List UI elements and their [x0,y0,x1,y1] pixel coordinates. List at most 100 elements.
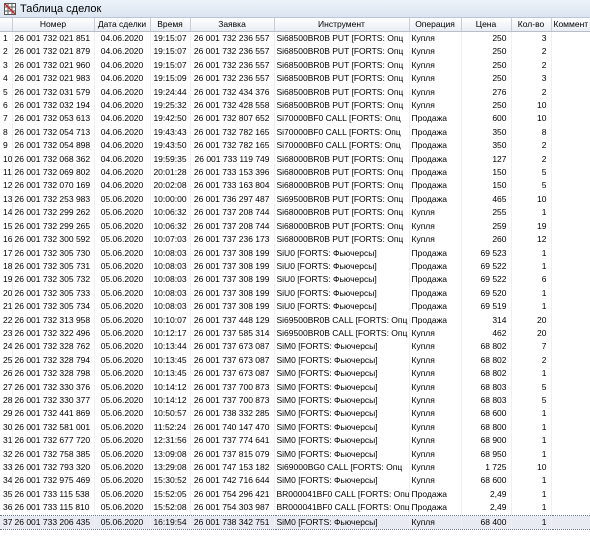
table-row[interactable]: 19 26 001 732 305 732 05.06.2020 10:08:03 26… [0,273,590,287]
cell-time: 11:52:24 [150,420,191,435]
table-row[interactable]: 2 26 001 732 021 879 04.06.2020 19:15:07 26 … [0,45,590,59]
cell-comment [551,300,590,314]
table-row[interactable]: 12 26 001 732 070 169 04.06.2020 20:02:08 26… [0,179,590,193]
cell-number: 26 001 732 070 169 [12,179,95,193]
column-header-index[interactable] [0,18,13,32]
cell-index: 19 [0,273,13,287]
table-row[interactable]: 33 26 001 732 793 320 05.06.2020 13:29:08 26… [0,461,590,475]
table-row[interactable]: 4 26 001 732 021 983 04.06.2020 19:15:09 26 … [0,72,590,86]
table-row[interactable]: 11 26 001 732 069 802 04.06.2020 20:01:28 26… [0,166,590,180]
table-row[interactable]: 34 26 001 732 975 469 05.06.2020 15:30:52 26… [0,474,590,488]
cell-number: 26 001 732 032 194 [12,99,95,113]
cell-time: 20:01:28 [150,166,191,180]
cell-date: 05.06.2020 [94,420,151,435]
column-header-instrument[interactable]: Инструмент [274,18,410,32]
cell-quantity: 5 [511,380,552,394]
cell-instrument: Si70000BF0 CALL [FORTS: Опц [274,125,410,140]
table-row[interactable]: 9 26 001 732 054 898 04.06.2020 19:43:50 26 … [0,139,590,153]
cell-price: 69 519 [461,300,512,314]
cell-time: 10:06:32 [150,206,191,220]
cell-date: 05.06.2020 [94,474,151,488]
table-row[interactable]: 18 26 001 732 305 731 05.06.2020 10:08:03 26… [0,259,590,274]
cell-order: 26 001 738 342 751 [190,514,275,531]
column-header-number[interactable]: Номер [12,18,95,32]
table-row[interactable]: 31 26 001 732 677 720 05.06.2020 12:31:56 26… [0,434,590,448]
table-row[interactable]: 3 26 001 732 021 960 04.06.2020 19:15:07 26 … [0,58,590,73]
table-row[interactable]: 27 26 001 732 330 376 05.06.2020 10:14:12 26… [0,380,590,394]
cell-instrument: Si69500BR0B PUT [FORTS: Опц [274,192,410,207]
cell-date: 05.06.2020 [94,380,151,394]
cell-index: 29 [0,407,13,421]
table-row[interactable]: 16 26 001 732 300 592 05.06.2020 10:07:03 26… [0,233,590,247]
table-row[interactable]: 7 26 001 732 053 613 04.06.2020 19:42:50 26 … [0,112,590,126]
column-header-date[interactable]: Дата сделки [94,18,151,32]
table-row[interactable]: 32 26 001 732 758 385 05.06.2020 13:09:08 26… [0,447,590,461]
cell-comment [551,420,590,435]
cell-number: 26 001 732 305 733 [12,286,95,301]
table-row[interactable]: 20 26 001 732 305 733 05.06.2020 10:08:03 26… [0,286,590,301]
column-header-time[interactable]: Время [150,18,191,32]
table-row[interactable]: 23 26 001 732 322 496 05.06.2020 10:12:17 26… [0,326,590,341]
cell-price: 350 [461,125,512,140]
cell-instrument: Si68000BR0B PUT [FORTS: Опц [274,152,410,167]
table-row[interactable]: 24 26 001 732 328 762 05.06.2020 10:13:44 26… [0,340,590,354]
cell-date: 04.06.2020 [94,139,151,153]
cell-operation: Купля [409,367,462,381]
cell-price: 68 800 [461,420,512,435]
cell-number: 26 001 732 313 958 [12,313,95,327]
trades-grid[interactable]: Номер Дата сделки Время Заявка Инструмен… [0,18,590,538]
cell-comment [551,192,590,207]
cell-comment [551,58,590,73]
cell-operation: Купля [409,206,462,220]
table-row[interactable]: 14 26 001 732 299 262 05.06.2020 10:06:32 26… [0,206,590,220]
table-row[interactable]: 6 26 001 732 032 194 04.06.2020 19:25:32 26 … [0,99,590,113]
cell-quantity: 10 [511,99,552,113]
cell-time: 19:15:07 [150,31,191,46]
table-row[interactable]: 8 26 001 732 054 713 04.06.2020 19:43:43 26 … [0,125,590,140]
column-header-quantity[interactable]: Кол-во [511,18,552,32]
cell-comment [551,206,590,220]
table-row[interactable]: 1 26 001 732 021 851 04.06.2020 19:15:07 26 … [0,31,590,46]
table-row[interactable]: 35 26 001 733 115 538 05.06.2020 15:52:05 26… [0,487,590,502]
cell-instrument: Si68500BR0B PUT [FORTS: Опц [274,72,410,86]
table-row[interactable]: 21 26 001 732 305 734 05.06.2020 10:08:03 26… [0,300,590,314]
column-header-operation[interactable]: Операция [409,18,462,32]
cell-instrument: Si68000BR0B PUT [FORTS: Опц [274,206,410,220]
cell-order: 26 001 737 308 199 [190,286,275,301]
cell-date: 04.06.2020 [94,166,151,180]
cell-order: 26 001 733 119 749 [190,152,275,167]
cell-index: 32 [0,447,13,461]
column-header-comment[interactable]: Коммент [551,18,590,32]
cell-operation: Продажа [409,246,462,260]
table-row[interactable]: 17 26 001 732 305 730 05.06.2020 10:08:03 26… [0,246,590,260]
cell-number: 26 001 732 330 376 [12,380,95,394]
cell-index: 9 [0,139,13,153]
cell-comment [551,139,590,153]
column-header-price[interactable]: Цена [461,18,512,32]
column-header-order[interactable]: Заявка [190,18,275,32]
table-row[interactable]: 25 26 001 732 328 794 05.06.2020 10:13:45 26… [0,353,590,368]
table-row[interactable]: 22 26 001 732 313 958 05.06.2020 10:10:07 26… [0,313,590,327]
cell-comment [551,487,590,502]
table-row[interactable]: 26 26 001 732 328 798 05.06.2020 10:13:45 26… [0,367,590,381]
cell-quantity: 3 [511,31,552,46]
table-row[interactable]: 30 26 001 732 581 001 05.06.2020 11:52:24 26… [0,420,590,435]
cell-number: 26 001 732 322 496 [12,326,95,341]
table-row[interactable]: 13 26 001 732 253 983 05.06.2020 10:00:00 26… [0,192,590,207]
table-row[interactable]: 29 26 001 732 441 869 05.06.2020 10:50:57 26… [0,407,590,421]
cell-time: 19:15:07 [150,58,191,73]
cell-operation: Купля [409,58,462,73]
table-row[interactable]: 5 26 001 732 031 579 04.06.2020 19:24:44 26 … [0,85,590,100]
cell-index: 35 [0,487,13,502]
cell-date: 04.06.2020 [94,152,151,167]
cell-order: 26 001 732 236 557 [190,58,275,73]
table-row[interactable]: 10 26 001 732 068 362 04.06.2020 19:59:35 26… [0,152,590,167]
cell-date: 04.06.2020 [94,85,151,100]
table-row[interactable]: 37 26 001 733 206 435 05.06.2020 16:19:54 26… [0,514,590,531]
table-row[interactable]: 36 26 001 733 115 810 05.06.2020 15:52:08 26… [0,501,590,516]
cell-time: 10:08:03 [150,273,191,287]
table-row[interactable]: 28 26 001 732 330 377 05.06.2020 10:14:12 26… [0,393,590,408]
table-row[interactable]: 15 26 001 732 299 265 05.06.2020 10:06:32 26… [0,219,590,234]
cell-number: 26 001 732 975 469 [12,474,95,488]
cell-index: 30 [0,420,13,435]
